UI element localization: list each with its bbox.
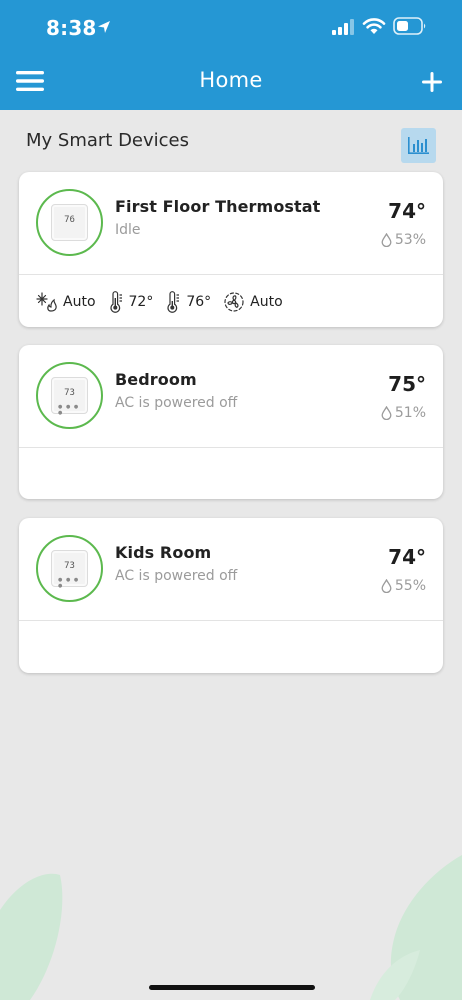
thermostat-button-dots: ● ● ● ●	[58, 404, 80, 416]
humidity-value: 53%	[394, 232, 426, 248]
app-header: 8:38 Home	[0, 0, 462, 110]
card-divider	[19, 274, 443, 275]
thermostat-image: 76	[51, 204, 88, 241]
current-temperature: 74°	[388, 545, 426, 569]
mode-setting[interactable]: Auto	[36, 291, 96, 313]
humidity-value: 51%	[394, 405, 426, 421]
decorative-leaf-left	[0, 873, 63, 1000]
cool-setpoint-value: 76°	[186, 294, 212, 310]
thermostat-settings-row: Auto 72° 76° Auto	[36, 290, 295, 314]
wifi-icon	[362, 18, 386, 34]
device-name: Bedroom	[115, 370, 197, 389]
battery-icon	[393, 17, 426, 35]
cellular-signal-icon	[332, 19, 354, 35]
device-card-bedroom[interactable]: 73 ● ● ● ● Bedroom AC is powered off 75°…	[19, 345, 443, 499]
device-status-ring: 73 ● ● ● ●	[36, 362, 103, 429]
thermostat-image: 73 ● ● ● ●	[51, 377, 88, 416]
thermostat-display-reading: 76	[64, 215, 75, 225]
current-temperature: 74°	[388, 199, 426, 223]
card-divider	[19, 447, 443, 448]
device-name: First Floor Thermostat	[115, 197, 321, 216]
fan-setting[interactable]: Auto	[223, 291, 283, 313]
device-status-ring: 76	[36, 189, 103, 256]
humidity-reading: 53%	[381, 232, 426, 248]
humidity-value: 55%	[394, 578, 426, 594]
fan-icon	[224, 292, 244, 312]
usage-chart-button[interactable]	[401, 128, 436, 163]
page-title: Home	[199, 68, 263, 92]
device-card-first-floor-thermostat[interactable]: 76 First Floor Thermostat Idle 74° 53% A…	[19, 172, 443, 327]
device-status-ring: 73 ● ● ● ●	[36, 535, 103, 602]
device-status: AC is powered off	[115, 568, 238, 584]
card-divider	[19, 620, 443, 621]
humidity-reading: 55%	[381, 578, 426, 594]
thermometer-icon	[109, 291, 122, 313]
thermostat-display-reading: 73	[64, 561, 75, 571]
fan-value: Auto	[250, 294, 283, 310]
device-status: AC is powered off	[115, 395, 238, 411]
humidity-reading: 51%	[381, 405, 426, 421]
bar-chart-icon	[408, 137, 429, 154]
heat-cool-mode-icon	[36, 292, 57, 312]
thermostat-button-dots: ● ● ● ●	[58, 577, 80, 589]
thermostat-image: 73 ● ● ● ●	[51, 550, 88, 589]
plus-icon[interactable]	[419, 69, 445, 95]
mode-value: Auto	[63, 294, 96, 310]
current-temperature: 75°	[388, 372, 426, 396]
heat-setpoint-value: 72°	[128, 294, 154, 310]
home-indicator[interactable]	[149, 985, 315, 990]
cool-setpoint-setting[interactable]: 76°	[165, 291, 211, 313]
decorative-leaf-right	[370, 855, 462, 1000]
water-drop-icon	[381, 406, 392, 420]
section-title: My Smart Devices	[26, 130, 190, 151]
device-status: Idle	[115, 222, 141, 238]
device-card-kids-room[interactable]: 73 ● ● ● ● Kids Room AC is powered off 7…	[19, 518, 443, 673]
location-arrow-icon	[98, 21, 110, 33]
device-name: Kids Room	[115, 543, 212, 562]
thermometer-icon	[167, 291, 180, 313]
thermostat-display-reading: 73	[64, 388, 75, 398]
status-time: 8:38	[46, 16, 97, 40]
water-drop-icon	[381, 579, 392, 593]
heat-setpoint-setting[interactable]: 72°	[108, 291, 154, 313]
status-bar: 8:38	[0, 0, 462, 56]
water-drop-icon	[381, 233, 392, 247]
